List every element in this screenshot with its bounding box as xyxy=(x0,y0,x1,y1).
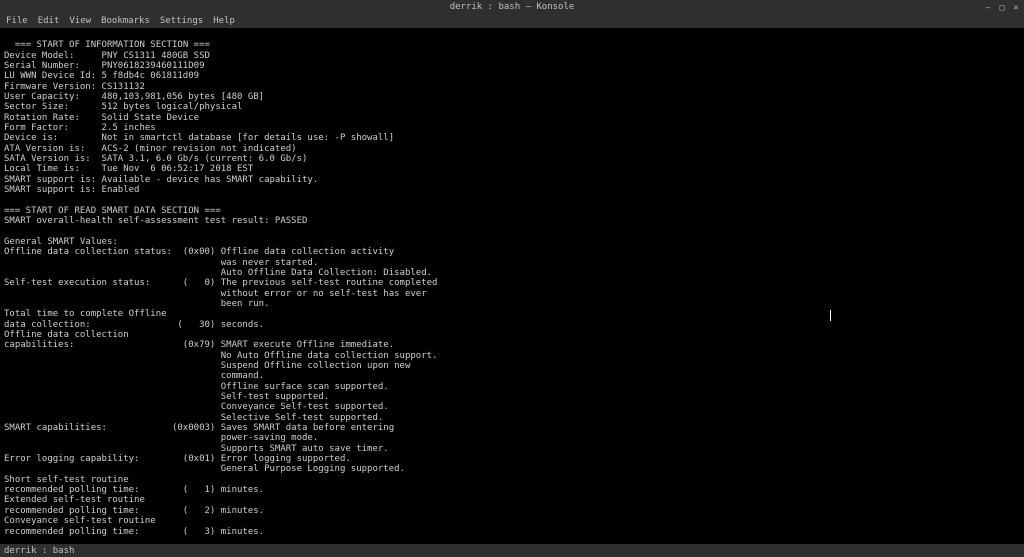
window-controls: – □ × xyxy=(984,3,1020,11)
menu-bookmarks[interactable]: Bookmarks xyxy=(101,16,150,26)
minimize-icon[interactable]: – xyxy=(984,3,992,11)
menu-edit[interactable]: Edit xyxy=(38,16,60,26)
window-titlebar: derrik : bash — Konsole – □ × xyxy=(0,0,1024,14)
menu-help[interactable]: Help xyxy=(213,16,235,26)
menu-view[interactable]: View xyxy=(69,16,91,26)
status-bar: derrik : bash xyxy=(0,544,1024,557)
terminal-output: === START OF INFORMATION SECTION === Dev… xyxy=(4,40,524,544)
text-cursor-icon xyxy=(830,310,831,321)
menu-bar: File Edit View Bookmarks Settings Help xyxy=(0,14,1024,28)
menu-settings[interactable]: Settings xyxy=(160,16,203,26)
tab-label[interactable]: derrik : bash xyxy=(4,546,74,556)
close-icon[interactable]: × xyxy=(1012,3,1020,11)
menu-file[interactable]: File xyxy=(6,16,28,26)
window-title: derrik : bash — Konsole xyxy=(450,2,575,12)
terminal-area[interactable]: === START OF INFORMATION SECTION === Dev… xyxy=(0,28,1024,544)
maximize-icon[interactable]: □ xyxy=(998,3,1006,11)
